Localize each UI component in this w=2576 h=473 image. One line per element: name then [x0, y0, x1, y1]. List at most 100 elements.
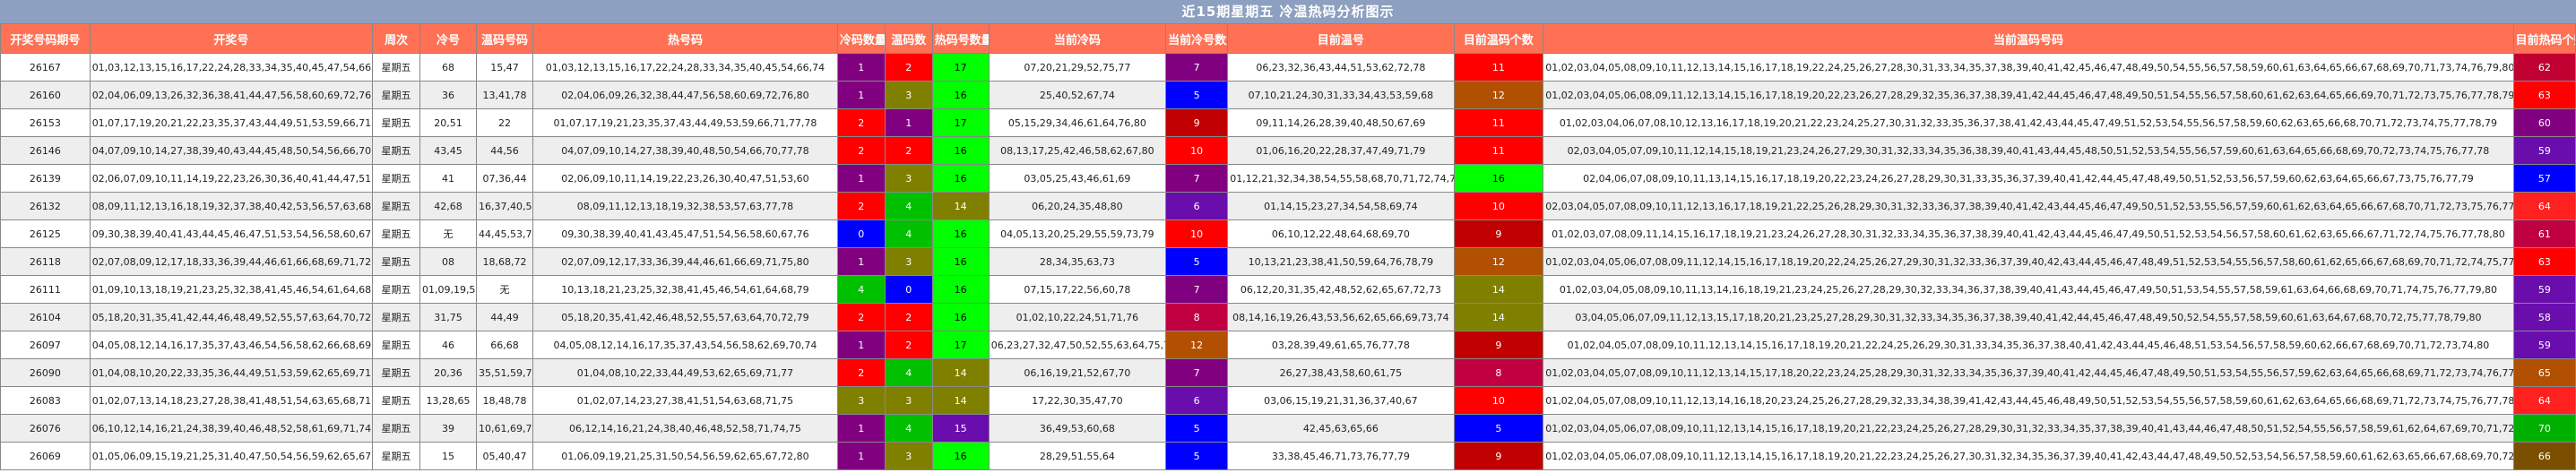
cell-cur-cold-count: 8 — [1165, 303, 1229, 331]
cell-week: 星期五 — [372, 192, 420, 220]
cell-cur-warm: 26,27,38,43,58,60,61,75 — [1227, 358, 1455, 387]
cell-cur-cold-count: 7 — [1165, 53, 1229, 82]
cell-cold: 36 — [419, 81, 478, 109]
cell-cur-cold-count: 9 — [1165, 108, 1229, 137]
cell-week: 星期五 — [372, 81, 420, 109]
cell-warm-count: 3 — [884, 442, 933, 470]
table-row: 26146 04,07,09,10,14,27,38,39,40,43,44,45… — [0, 136, 2576, 165]
cell-warm: 44,56 — [476, 136, 534, 165]
cell-cur-cold-count: 6 — [1165, 192, 1229, 220]
cell-warm: 13,41,78 — [476, 81, 534, 109]
cell-cur-hot: 01,02,03,04,05,06,07,08,09,10,11,12,13,1… — [1543, 414, 2514, 443]
cell-hot: 02,06,09,10,11,14,19,22,23,26,30,40,47,5… — [532, 164, 838, 193]
cell-cur-cold-count: 5 — [1165, 247, 1229, 276]
header-row: 开奖号码期号 开奖号 周次 冷号 温码号码 热号码 冷码数量 温码数 热码号数量 当前冷码 当前冷号… — [0, 23, 2576, 54]
table-row: 26069 01,05,06,09,15,19,21,25,31,40,47,50… — [0, 442, 2576, 470]
cell-hot: 01,07,17,19,21,23,35,37,43,44,49,53,59,6… — [532, 108, 838, 137]
cell-week: 星期五 — [372, 414, 420, 443]
cell-issue: 26146 — [0, 136, 91, 165]
column-header: 当前温码号码 — [1543, 23, 2514, 54]
cell-draw: 02,06,07,09,10,11,14,19,22,23,26,30,36,4… — [89, 164, 374, 193]
cell-cur-hot: 02,03,04,05,07,08,09,10,11,12,13,16,17,1… — [1543, 192, 2514, 220]
cell-hot-count: 16 — [931, 247, 990, 276]
cell-cur-hot-count: 61 — [2512, 219, 2576, 248]
cell-draw: 05,18,20,31,35,41,42,44,46,48,49,52,55,5… — [89, 303, 374, 331]
cell-cur-warm-count: 9 — [1453, 442, 1544, 470]
cell-issue: 26076 — [0, 414, 91, 443]
cell-warm: 22 — [476, 108, 534, 137]
cell-cur-warm: 06,12,20,31,35,42,48,52,62,65,67,72,73 — [1227, 275, 1455, 304]
cell-draw: 06,10,12,14,16,21,24,38,39,40,46,48,52,5… — [89, 414, 374, 443]
cell-hot-count: 14 — [931, 358, 990, 387]
cell-cold: 无 — [419, 219, 478, 248]
cell-cur-hot-count: 60 — [2512, 108, 2576, 137]
table-row: 26139 02,06,07,09,10,11,14,19,22,23,26,30… — [0, 164, 2576, 193]
cell-issue: 26069 — [0, 442, 91, 470]
cell-cur-cold-count: 5 — [1165, 442, 1229, 470]
table-row: 26153 01,07,17,19,20,21,22,23,35,37,43,44… — [0, 108, 2576, 137]
cell-hot: 08,09,11,12,13,18,19,32,38,53,57,63,77,7… — [532, 192, 838, 220]
cell-warm-count: 0 — [884, 275, 933, 304]
cell-hot: 04,07,09,10,14,27,38,39,40,48,50,54,66,7… — [532, 136, 838, 165]
cell-cur-cold-count: 6 — [1165, 386, 1229, 415]
cell-cur-cold: 08,13,17,25,42,46,58,62,67,80 — [988, 136, 1167, 165]
cell-cur-warm: 08,14,16,19,26,43,53,56,62,65,66,69,73,7… — [1227, 303, 1455, 331]
cell-cold: 46 — [419, 331, 478, 359]
cell-cur-warm: 09,11,14,26,28,39,40,48,50,67,69 — [1227, 108, 1455, 137]
cell-week: 星期五 — [372, 247, 420, 276]
cell-draw: 04,07,09,10,14,27,38,39,40,43,44,45,48,5… — [89, 136, 374, 165]
cell-cur-hot-count: 59 — [2512, 136, 2576, 165]
cell-cold-count: 1 — [836, 247, 886, 276]
cell-cur-hot-count: 65 — [2512, 358, 2576, 387]
table-row: 26076 06,10,12,14,16,21,24,38,39,40,46,48… — [0, 414, 2576, 443]
cell-cold: 41 — [419, 164, 478, 193]
cell-cur-hot: 01,02,04,05,07,08,09,10,11,12,13,14,16,1… — [1543, 386, 2514, 415]
cell-week: 星期五 — [372, 53, 420, 82]
column-header: 开奖号 — [89, 23, 374, 54]
cell-cur-hot-count: 66 — [2512, 442, 2576, 470]
cell-cur-cold-count: 5 — [1165, 414, 1229, 443]
cell-cur-warm-count: 5 — [1453, 414, 1544, 443]
table-row: 26167 01,03,12,13,15,16,17,22,24,28,33,34… — [0, 53, 2576, 82]
cell-week: 星期五 — [372, 275, 420, 304]
cell-cur-warm-count: 12 — [1453, 81, 1544, 109]
column-header: 热号码 — [532, 23, 838, 54]
table-row: 26160 02,04,06,09,13,26,32,36,38,41,44,47… — [0, 81, 2576, 109]
cell-week: 星期五 — [372, 386, 420, 415]
cell-hot-count: 16 — [931, 219, 990, 248]
cell-cur-hot-count: 63 — [2512, 81, 2576, 109]
cell-hot: 09,30,38,39,40,41,43,45,47,51,54,56,58,6… — [532, 219, 838, 248]
table-row: 26125 09,30,38,39,40,41,43,44,45,46,47,51… — [0, 219, 2576, 248]
cell-draw: 02,07,08,09,12,17,18,33,36,39,44,46,61,6… — [89, 247, 374, 276]
cell-cold-count: 1 — [836, 164, 886, 193]
cell-cur-cold-count: 5 — [1165, 81, 1229, 109]
cell-cold: 39 — [419, 414, 478, 443]
cell-cur-warm-count: 9 — [1453, 219, 1544, 248]
cell-warm: 44,49 — [476, 303, 534, 331]
cell-week: 星期五 — [372, 136, 420, 165]
cell-warm-count: 2 — [884, 331, 933, 359]
cell-warm-count: 4 — [884, 358, 933, 387]
cell-cur-cold: 03,05,25,43,46,61,69 — [988, 164, 1167, 193]
cell-hot-count: 16 — [931, 442, 990, 470]
cell-cur-warm-count: 8 — [1453, 358, 1544, 387]
cell-cur-warm-count: 9 — [1453, 331, 1544, 359]
cell-hot: 01,06,09,19,21,25,31,50,54,56,59,62,65,6… — [532, 442, 838, 470]
cell-cur-cold-count: 7 — [1165, 358, 1229, 387]
cell-cur-cold: 06,16,19,21,52,67,70 — [988, 358, 1167, 387]
cell-cur-hot-count: 59 — [2512, 275, 2576, 304]
cell-hot: 10,13,18,21,23,25,32,38,41,45,46,54,61,6… — [532, 275, 838, 304]
cell-cold: 13,28,65 — [419, 386, 478, 415]
cell-warm-count: 2 — [884, 303, 933, 331]
cell-hot: 05,18,20,35,41,42,46,48,52,55,57,63,64,7… — [532, 303, 838, 331]
table-row: 26104 05,18,20,31,35,41,42,44,46,48,49,52… — [0, 303, 2576, 331]
cell-warm: 05,40,47 — [476, 442, 534, 470]
cell-cur-cold: 05,15,29,34,46,61,64,76,80 — [988, 108, 1167, 137]
cell-cur-cold: 07,15,17,22,56,60,78 — [988, 275, 1167, 304]
cell-cold-count: 4 — [836, 275, 886, 304]
cell-cur-warm-count: 16 — [1453, 164, 1544, 193]
cell-draw: 01,05,06,09,15,19,21,25,31,40,47,50,54,5… — [89, 442, 374, 470]
column-header: 目前热码个数 — [2512, 23, 2576, 54]
column-header: 当前冷号数量 — [1165, 23, 1229, 54]
cell-cur-warm: 03,06,15,19,21,31,36,37,40,67 — [1227, 386, 1455, 415]
